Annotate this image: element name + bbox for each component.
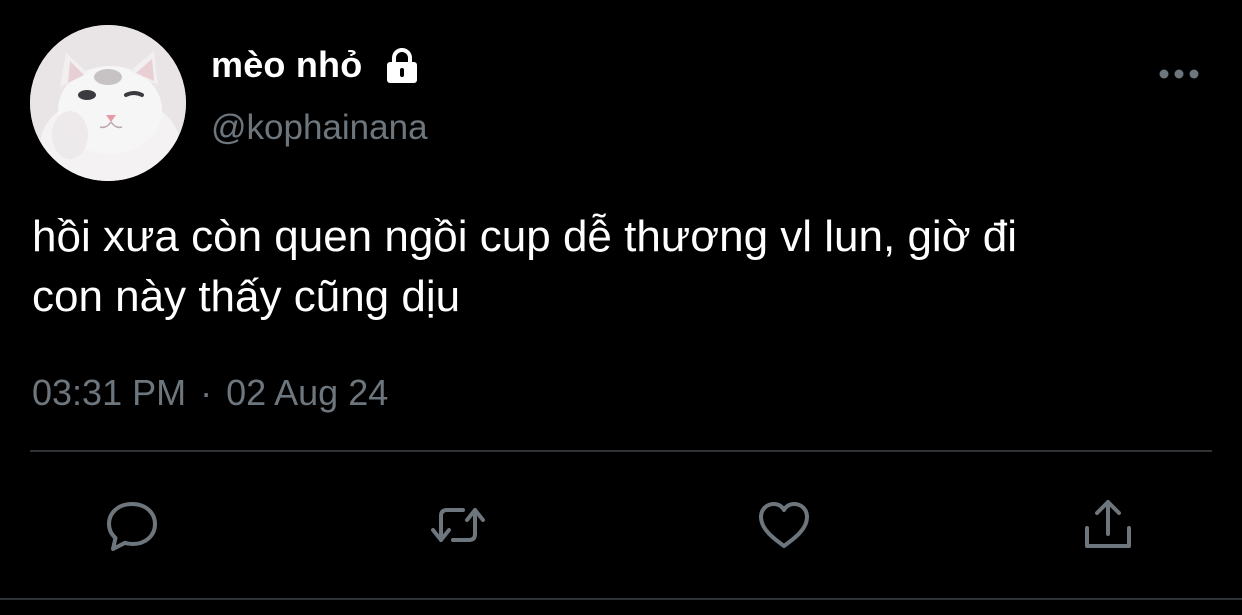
tweet-text-line: con này thấy cũng dịu <box>32 272 461 321</box>
avatar[interactable] <box>30 25 186 181</box>
author-name-row: mèo nhỏ <box>211 42 422 88</box>
bottom-divider <box>0 598 1242 600</box>
share-button[interactable] <box>1076 493 1140 557</box>
tweet-text-line: hồi xưa còn quen ngồi cup dễ thương vl l… <box>32 212 1018 261</box>
tweet-timestamp[interactable]: 03:31 PM · 02 Aug 24 <box>32 372 388 414</box>
reply-button[interactable] <box>100 493 164 557</box>
white-cat-avatar-icon <box>30 25 186 181</box>
lock-icon <box>382 45 422 85</box>
separator: · <box>200 372 213 413</box>
like-button[interactable] <box>752 493 816 557</box>
tweet-text: hồi xưa còn quen ngồi cup dễ thương vl l… <box>32 207 1227 327</box>
divider <box>30 450 1212 452</box>
tweet-date: 02 Aug 24 <box>226 372 389 413</box>
retweet-icon <box>431 508 485 542</box>
heart-icon <box>759 502 809 548</box>
display-name[interactable]: mèo nhỏ <box>211 44 362 86</box>
reply-icon <box>107 502 157 551</box>
tweet-time: 03:31 PM <box>32 372 187 413</box>
share-icon <box>1085 500 1131 548</box>
author-handle[interactable]: @kophainana <box>211 108 428 148</box>
tweet-card: mèo nhỏ @kophainana hồi xưa còn quen ngồ… <box>0 0 1242 615</box>
retweet-button[interactable] <box>426 493 490 557</box>
more-horizontal-icon[interactable] <box>1158 64 1200 84</box>
